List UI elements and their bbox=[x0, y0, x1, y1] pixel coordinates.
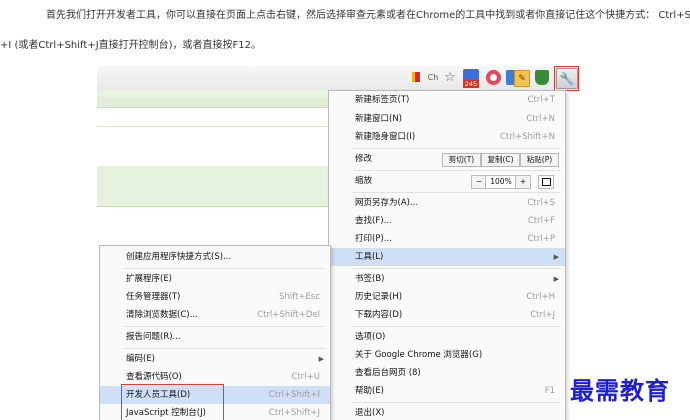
menu-item-exit[interactable]: 退出(X) bbox=[329, 404, 565, 420]
browser-toolbar: Ch ☆ 245 ✎ 🔧 bbox=[97, 66, 580, 91]
menu-separator bbox=[353, 170, 561, 171]
zoom-level: 100% bbox=[485, 175, 517, 189]
submenu-item-clear-data[interactable]: 清除浏览数据(C)... Ctrl+Shift+Del bbox=[100, 306, 330, 324]
menu-separator bbox=[124, 326, 326, 327]
chevron-right-icon: ▶ bbox=[553, 275, 559, 283]
submenu-item-create-shortcut[interactable]: 创建应用程序快捷方式(S)... bbox=[100, 248, 330, 266]
menu-separator bbox=[353, 326, 561, 327]
article-text-line1: 首先我们打开开发者工具，你可以直接在页面上点击右键，然后选择审查元素或者在Chr… bbox=[46, 10, 690, 21]
menu-item-find[interactable]: 查找(F)... Ctrl+F bbox=[329, 212, 565, 230]
menu-item-new-tab[interactable]: 新建标签页(T) Ctrl+T bbox=[329, 91, 565, 109]
menu-separator bbox=[124, 348, 326, 349]
chrome-main-menu: 新建标签页(T) Ctrl+T 新建窗口(N) Ctrl+N 新建隐身窗口(I) Ct… bbox=[328, 90, 566, 420]
menu-item-print[interactable]: 打印(P)... Ctrl+P bbox=[329, 230, 565, 248]
menu-separator bbox=[353, 402, 561, 403]
menu-item-about[interactable]: 关于 Google Chrome 浏览器(G) bbox=[329, 346, 565, 364]
menu-item-downloads[interactable]: 下载内容(D) Ctrl+J bbox=[329, 306, 565, 324]
translate-icon[interactable]: Ch bbox=[426, 71, 440, 83]
submenu-item-task-manager[interactable]: 任务管理器(T) Shift+Esc bbox=[100, 288, 330, 306]
menu-item-save-as[interactable]: 网页另存为(A)... Ctrl+S bbox=[329, 194, 565, 212]
extension-badge: 245 bbox=[463, 80, 479, 88]
copy-button[interactable]: 复制(C) bbox=[481, 153, 520, 167]
zoom-in-button[interactable]: + bbox=[515, 175, 531, 189]
bookmark-icon[interactable] bbox=[410, 71, 422, 83]
chrome-screenshot: Ch ☆ 245 ✎ 🔧 新建标签页(T) Ctrl+T 新建窗口(N) Ctrl+… bbox=[97, 66, 580, 420]
chevron-right-icon: ▶ bbox=[553, 253, 559, 261]
menu-separator bbox=[353, 148, 561, 149]
page-bg-band bbox=[97, 97, 328, 108]
menu-item-incognito[interactable]: 新建隐身窗口(I) Ctrl+Shift+N bbox=[329, 128, 565, 146]
extension-red-icon[interactable] bbox=[486, 70, 501, 85]
menu-item-new-window[interactable]: 新建窗口(N) Ctrl+N bbox=[329, 110, 565, 128]
menu-item-background-pages[interactable]: 查看后台网页 (8) bbox=[329, 364, 565, 382]
submenu-item-encoding[interactable]: 编码(E) ▶ bbox=[100, 350, 330, 368]
menu-item-help[interactable]: 帮助(E) F1 bbox=[329, 382, 565, 400]
notes-icon[interactable]: ✎ bbox=[514, 70, 530, 87]
page-bg-band bbox=[97, 166, 328, 206]
menu-separator bbox=[353, 268, 561, 269]
page-bg-rule bbox=[97, 126, 328, 127]
annotation-devtools-box bbox=[121, 384, 224, 420]
menu-item-options[interactable]: 选项(O) bbox=[329, 328, 565, 346]
menu-item-zoom: 缩放 − 100% + bbox=[329, 172, 565, 190]
page-bg-rule bbox=[97, 206, 328, 207]
cut-button[interactable]: 剪切(T) bbox=[442, 153, 481, 167]
menu-item-history[interactable]: 历史记录(H) Ctrl+H bbox=[329, 288, 565, 306]
menu-item-edit: 修改 剪切(T) 复制(C) 粘贴(P) bbox=[329, 150, 565, 168]
extension-245-icon[interactable]: 245 bbox=[463, 69, 479, 88]
submenu-item-extensions[interactable]: 扩展程序(E) bbox=[100, 270, 330, 288]
fullscreen-icon[interactable] bbox=[538, 175, 554, 189]
annotation-wrench-box bbox=[554, 66, 579, 91]
menu-separator bbox=[353, 192, 561, 193]
menu-separator bbox=[124, 268, 326, 269]
paste-button[interactable]: 粘贴(P) bbox=[520, 153, 559, 167]
shield-icon[interactable] bbox=[535, 70, 549, 85]
watermark-logo: 最需教育 bbox=[570, 376, 670, 405]
menu-item-tools[interactable]: 工具(L) ▶ bbox=[329, 248, 565, 266]
menu-item-bookmarks[interactable]: 书签(B) ▶ bbox=[329, 270, 565, 288]
article-text-line2: +I (或者Ctrl+Shift+J直接打开控制台)，或者直接按F12。 bbox=[0, 40, 262, 51]
star-icon[interactable]: ☆ bbox=[443, 69, 457, 85]
chevron-right-icon: ▶ bbox=[318, 355, 324, 363]
submenu-item-report-issue[interactable]: 报告问题(R)... bbox=[100, 328, 330, 346]
